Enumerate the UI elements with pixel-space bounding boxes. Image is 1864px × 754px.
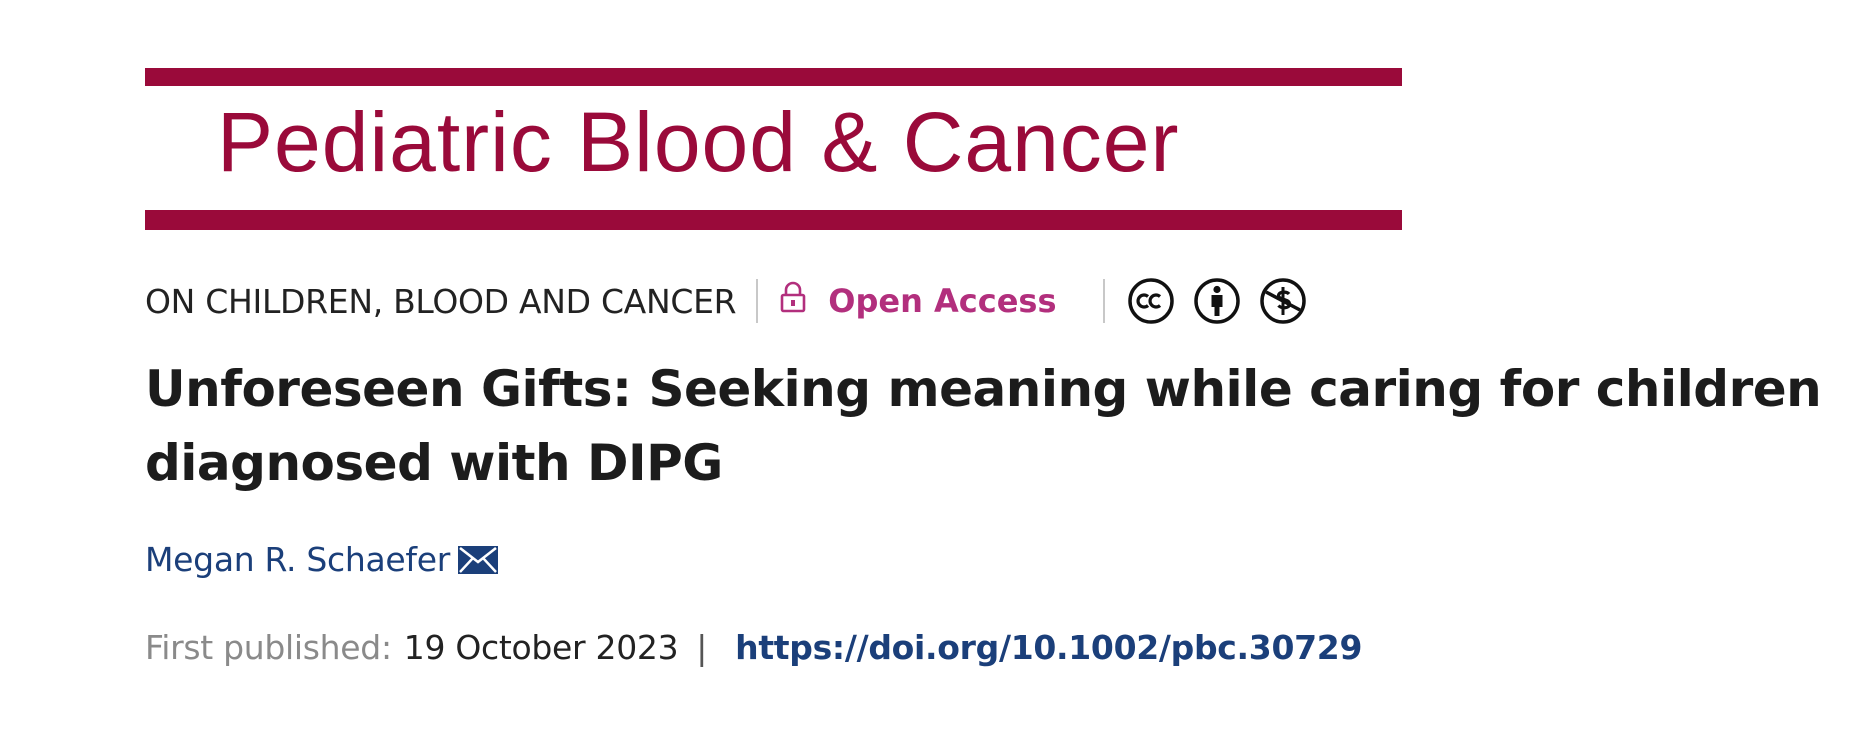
author-name-link[interactable]: Megan R. Schaefer xyxy=(145,540,450,579)
doi-link[interactable]: https://doi.org/10.1002/pbc.30729 xyxy=(735,628,1362,667)
publication-row: First published: 19 October 2023 | https… xyxy=(145,628,1362,667)
creative-commons-icon xyxy=(1127,277,1175,325)
attribution-icon xyxy=(1193,277,1241,325)
section-label: ON CHILDREN, BLOOD AND CANCER xyxy=(145,281,737,321)
license-icons[interactable] xyxy=(1127,277,1307,325)
author-row: Megan R. Schaefer xyxy=(145,540,499,579)
publication-separator: | xyxy=(696,628,708,667)
article-meta-row: ON CHILDREN, BLOOD AND CANCER Open Acces… xyxy=(145,276,1307,326)
mail-icon[interactable] xyxy=(458,545,499,574)
article-title: Unforeseen Gifts: Seeking meaning while … xyxy=(145,360,1822,492)
license-divider xyxy=(1102,279,1105,323)
journal-banner[interactable]: Pediatric Blood & Cancer xyxy=(145,68,1402,230)
publication-date: 19 October 2023 xyxy=(403,628,679,667)
open-access-link[interactable]: Open Access xyxy=(780,281,1057,321)
banner-bottom-bar xyxy=(145,210,1402,230)
banner-top-bar xyxy=(145,68,1402,86)
non-commercial-icon xyxy=(1259,277,1307,325)
lock-icon xyxy=(780,281,828,321)
first-published-label: First published: xyxy=(145,628,392,667)
open-access-label: Open Access xyxy=(828,282,1057,320)
journal-name: Pediatric Blood & Cancer xyxy=(217,95,1180,189)
meta-divider xyxy=(756,279,759,323)
